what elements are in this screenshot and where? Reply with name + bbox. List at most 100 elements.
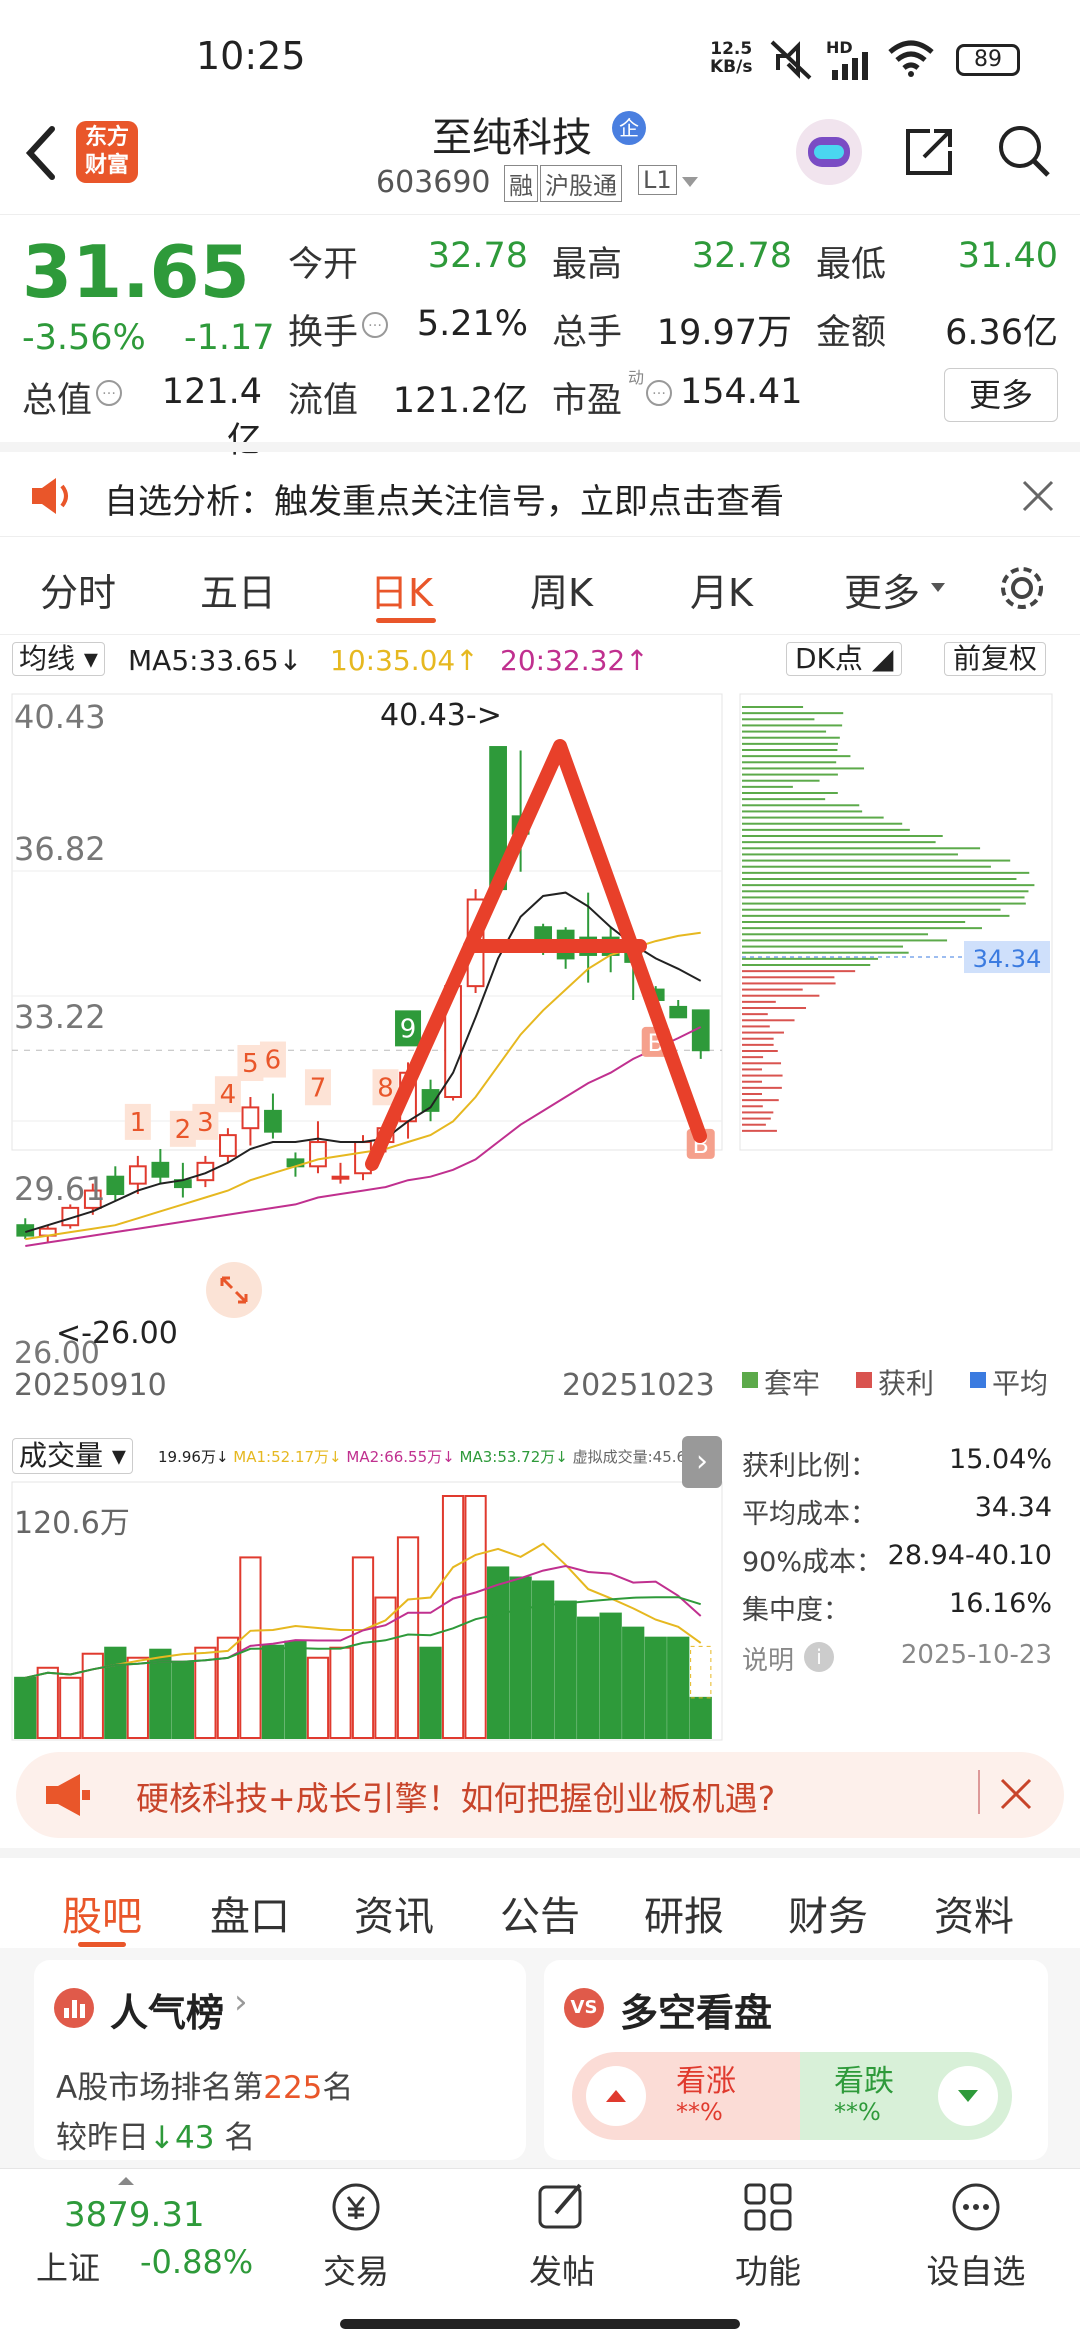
high-label: 最高 bbox=[552, 245, 623, 285]
volume-bar bbox=[689, 1696, 712, 1739]
chip-bar bbox=[742, 1080, 762, 1083]
candle-body bbox=[219, 1134, 237, 1157]
virtual-volume-bar bbox=[690, 1645, 712, 1699]
bull-label: 看涨 bbox=[676, 2064, 736, 2099]
volume-bar bbox=[396, 1536, 420, 1740]
tab-pankou[interactable]: 盘口 bbox=[210, 1884, 290, 1942]
info-dots-icon[interactable]: … bbox=[96, 380, 122, 406]
chip-bar bbox=[742, 896, 1025, 899]
volume-bar bbox=[599, 1612, 622, 1740]
chip-bar bbox=[742, 816, 884, 819]
chip-bar bbox=[742, 1129, 777, 1132]
turnover-label: 换手 bbox=[288, 313, 359, 353]
kline-svg[interactable]: 1 2 345 67 89 BB 34.34 bbox=[0, 636, 1080, 1746]
volume-bar bbox=[81, 1652, 104, 1739]
battery-level: 89 bbox=[974, 47, 1002, 72]
rank-change-suffix: 名 bbox=[224, 2120, 256, 2156]
chip-bar bbox=[742, 1117, 771, 1120]
speed-unit: KB/s bbox=[710, 57, 753, 77]
rank-number: 225 bbox=[263, 2070, 323, 2106]
chip-stat-value: 16.16% bbox=[949, 1588, 1052, 1619]
candle-body bbox=[151, 1161, 170, 1178]
chip-bar bbox=[742, 1074, 783, 1077]
tab-news[interactable]: 资讯 bbox=[354, 1884, 434, 1942]
index-ticker[interactable]: 3879.31 上证 -0.88% bbox=[30, 2175, 270, 2295]
rank-suffix: 名 bbox=[322, 2070, 354, 2106]
app-logo[interactable]: 东方 财富 bbox=[76, 121, 138, 183]
legend-trapped: 套牢 bbox=[764, 1367, 821, 1400]
nav-post[interactable]: 发帖 bbox=[492, 2179, 632, 2293]
volume-indicator-select[interactable]: 成交量 ▾ bbox=[12, 1438, 133, 1474]
tab-finance[interactable]: 财务 bbox=[788, 1884, 868, 1942]
volume-bar bbox=[486, 1566, 510, 1739]
info-dots-icon[interactable]: … bbox=[362, 312, 388, 338]
legend-swatch-avg bbox=[970, 1372, 986, 1388]
high-marker-label: 40.43-> bbox=[380, 698, 502, 733]
nav-add-watchlist[interactable]: 设自选 bbox=[906, 2179, 1046, 2293]
expand-right-button[interactable]: › bbox=[682, 1436, 722, 1488]
chip-bar bbox=[742, 730, 827, 733]
volume-bar bbox=[306, 1656, 330, 1740]
more-button[interactable]: 更多 bbox=[944, 368, 1058, 422]
share-icon[interactable] bbox=[900, 123, 956, 179]
nav-functions[interactable]: 功能 bbox=[698, 2179, 838, 2293]
bull-percent: **% bbox=[676, 2098, 723, 2126]
vol-current: 19.96万 bbox=[158, 1448, 216, 1466]
high-value: 32.78 bbox=[691, 236, 792, 276]
info-icon[interactable]: i bbox=[804, 1642, 834, 1672]
open-value: 32.78 bbox=[427, 236, 528, 276]
chip-bar bbox=[742, 1013, 768, 1016]
bull-button[interactable]: 看涨 **% bbox=[572, 2052, 800, 2140]
nav-trade[interactable]: 交易 bbox=[286, 2179, 426, 2293]
tab-intraday[interactable]: 分时 bbox=[40, 562, 116, 617]
tab-research[interactable]: 研报 bbox=[644, 1884, 724, 1942]
volume-bar bbox=[216, 1636, 240, 1740]
seq-label: 5 bbox=[242, 1049, 259, 1079]
chip-date: 2025-10-23 bbox=[900, 1640, 1052, 1670]
expand-button[interactable] bbox=[206, 1262, 262, 1318]
content-tabs: 股吧 盘口 资讯 公告 研报 财务 资料 bbox=[0, 1848, 1080, 1948]
stock-name: 至纯科技 bbox=[432, 115, 592, 161]
promo-banner[interactable]: 硬核科技+成长引擎！如何把握创业板机遇? bbox=[16, 1752, 1064, 1838]
info-dots-icon[interactable]: … bbox=[646, 380, 672, 406]
tab-more[interactable]: 更多 bbox=[844, 562, 920, 617]
tab-weekly-k[interactable]: 周K bbox=[530, 562, 593, 617]
vol-ma1: MA1:52.17万 bbox=[233, 1448, 330, 1466]
close-icon[interactable] bbox=[998, 1776, 1034, 1812]
chip-bar bbox=[742, 921, 966, 923]
candle-body bbox=[128, 1165, 147, 1185]
chip-bar bbox=[742, 1062, 782, 1065]
gear-icon[interactable] bbox=[996, 562, 1048, 614]
tab-daily-k[interactable]: 日K bbox=[370, 562, 433, 617]
assistant-avatar[interactable] bbox=[796, 119, 862, 185]
search-icon[interactable] bbox=[994, 121, 1054, 181]
chip-bar bbox=[742, 1099, 779, 1102]
dropdown-icon[interactable] bbox=[680, 175, 700, 191]
bear-button[interactable]: 看跌 **% bbox=[800, 2052, 1012, 2140]
chip-stat-value: 34.34 bbox=[974, 1492, 1052, 1523]
legend-avg: 平均 bbox=[992, 1367, 1049, 1400]
tab-profile[interactable]: 资料 bbox=[934, 1884, 1014, 1942]
tab-guba[interactable]: 股吧 bbox=[62, 1884, 142, 1942]
popularity-card[interactable]: 人气榜 › A股市场排名第225名 较昨日↓43 名 bbox=[34, 1960, 526, 2160]
chip-stat-value: 28.94-40.10 bbox=[887, 1540, 1052, 1571]
legend-swatch-profit bbox=[856, 1372, 872, 1388]
chip-bar bbox=[742, 773, 838, 776]
chip-note[interactable]: 说明 bbox=[742, 1640, 794, 1677]
cards-row: 人气榜 › A股市场排名第225名 较昨日↓43 名 VS 多空看盘 看涨 **… bbox=[0, 1948, 1080, 2168]
volume-max-label: 120.6万 bbox=[14, 1506, 130, 1541]
x-end-date: 20251023 bbox=[562, 1368, 715, 1403]
close-icon[interactable] bbox=[1020, 478, 1056, 514]
volume-bar bbox=[351, 1556, 375, 1740]
network-speed: 12.5 KB/s bbox=[710, 40, 752, 76]
notice-bar[interactable]: 自选分析：触发重点关注信号，立即点击查看 bbox=[0, 442, 1080, 537]
chip-bar bbox=[742, 1068, 762, 1071]
tab-five-day[interactable]: 五日 bbox=[200, 562, 276, 617]
edit-icon bbox=[538, 2183, 582, 2229]
price-plot: 1 2 345 67 89 BB bbox=[11, 693, 723, 1247]
volume-bar bbox=[554, 1600, 577, 1740]
tab-announcement[interactable]: 公告 bbox=[500, 1884, 580, 1942]
back-arrow-icon[interactable] bbox=[20, 123, 60, 183]
tab-monthly-k[interactable]: 月K bbox=[690, 562, 753, 617]
chip-bar bbox=[742, 1025, 770, 1028]
